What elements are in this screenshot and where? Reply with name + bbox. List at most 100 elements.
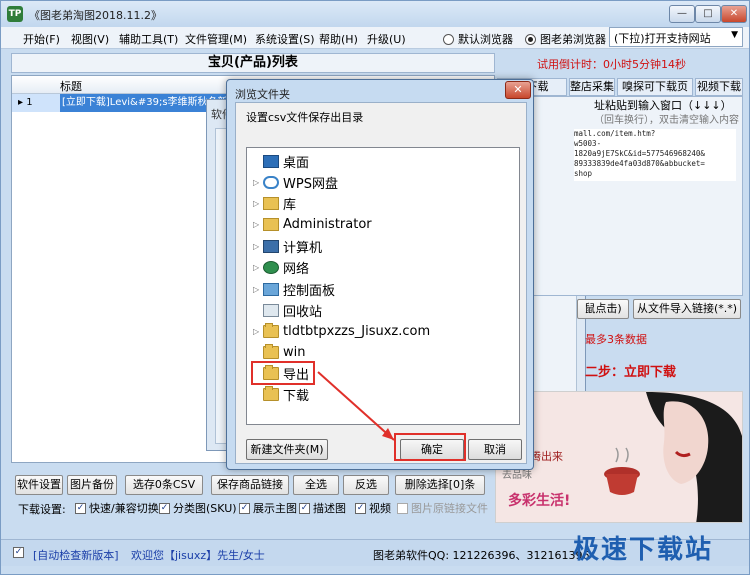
check-original-link-file[interactable]: 图片原链接文件 — [397, 500, 488, 516]
column-title[interactable]: 标题 — [60, 78, 82, 94]
tree-item-administrator[interactable]: ▷ Administrator — [253, 214, 372, 234]
delete-selected-button[interactable]: 删除选择[0]条 — [395, 475, 485, 495]
menu-start[interactable]: 开始(F) — [23, 31, 60, 47]
menu-upgrade[interactable]: 升级(U) — [367, 31, 406, 47]
tree-item-control-panel[interactable]: ▷ 控制面板 — [253, 279, 335, 299]
menu-tools[interactable]: 辅助工具(T) — [119, 31, 178, 47]
check-label: 展示主图 — [253, 502, 297, 515]
checkbox-icon: ✓ — [75, 502, 86, 514]
desktop-icon — [263, 154, 279, 168]
row-marker-icon: ▸ — [18, 97, 24, 108]
url-line: shop — [574, 169, 593, 178]
tree-item-tldtbtpxzzs[interactable]: ▷ tldtbtpxzzs_Jisuxz.com — [253, 321, 430, 341]
tree-item-recycle-bin[interactable]: 回收站 — [253, 300, 322, 320]
tree-item-network[interactable]: ▷ 网络 — [253, 257, 309, 277]
software-settings-button[interactable]: 软件设置 — [15, 475, 63, 495]
product-list-title: 宝贝(产品)列表 — [11, 53, 495, 73]
expand-arrow-icon[interactable]: ▷ — [253, 178, 263, 187]
menu-settings[interactable]: 系统设置(S) — [255, 31, 315, 47]
menu-view[interactable]: 视图(V) — [71, 31, 109, 47]
radio-dot-selected — [525, 33, 536, 45]
tree-item-label: tldtbtpxzzs_Jisuxz.com — [283, 323, 431, 339]
tree-item-download[interactable]: 下载 — [253, 384, 309, 404]
check-label: 视频 — [369, 502, 391, 515]
tree-item-label: Administrator — [283, 216, 372, 232]
cloud-icon — [263, 175, 279, 189]
checkbox-empty-icon — [397, 502, 408, 514]
welcome-text: 欢迎您【jisuxz】先生/女士 — [131, 549, 265, 562]
tree-item-label: 计算机 — [283, 240, 323, 256]
check-label: 图片原链接文件 — [411, 502, 488, 515]
download-settings-label: 下载设置: — [18, 503, 66, 516]
app-logo-icon: TP — [7, 6, 23, 22]
check-label: 快速/兼容切换 — [89, 502, 159, 515]
trial-limit-text: 最多3条数据 — [585, 333, 647, 346]
tree-item-label: 桌面 — [283, 155, 310, 171]
tree-item-label: WPS网盘 — [283, 176, 338, 192]
minimize-button[interactable]: — — [669, 5, 695, 23]
save-csv-button[interactable]: 选存0条CSV — [125, 475, 203, 495]
control-panel-icon — [263, 282, 279, 296]
url-input[interactable]: mall.com/item.htm? w5003- 1820a9jE7SkC&i… — [574, 129, 736, 181]
expand-arrow-icon[interactable]: ▷ — [253, 199, 263, 208]
auto-check-update-link[interactable]: [自动检查新版本] — [33, 547, 119, 563]
url-line: w5003- — [574, 139, 602, 148]
tree-item-desktop[interactable]: 桌面 — [253, 151, 309, 171]
url-line: 1820a9jE7SkC&id=577546968240& — [574, 149, 705, 158]
new-folder-button[interactable]: 新建文件夹(M) — [246, 439, 328, 460]
tree-item-wps-cloud[interactable]: ▷ WPS网盘 — [253, 172, 338, 192]
radio-label: 默认浏览器 — [458, 33, 513, 46]
tab-video-download[interactable]: 视频下载 — [695, 78, 743, 96]
paste-click-button[interactable]: 鼠点击) — [577, 299, 629, 319]
check-video[interactable]: ✓ 视频 — [355, 500, 391, 516]
tree-item-label: 回收站 — [283, 304, 323, 320]
tab-sniff-pages[interactable]: 嗅探可下载页面 — [617, 78, 693, 109]
save-links-button[interactable]: 保存商品链接 — [211, 475, 289, 495]
check-sku[interactable]: ✓ 分类图(SKU) — [159, 500, 237, 516]
browse-folder-title: 浏览文件夹 — [235, 88, 290, 101]
cancel-button[interactable]: 取消 — [468, 439, 522, 460]
check-main-image[interactable]: ✓ 展示主图 — [239, 500, 297, 516]
check-auto-update[interactable]: ✓ — [13, 547, 24, 558]
check-fast-compat[interactable]: ✓ 快速/兼容切换 — [75, 500, 159, 516]
site-select[interactable]: (下拉)打开支持网站 ▼ — [609, 27, 743, 47]
radio-dot — [443, 33, 454, 45]
close-button[interactable]: ✕ — [721, 5, 747, 23]
radio-default-browser[interactable]: 默认浏览器 — [443, 31, 513, 47]
expand-arrow-icon[interactable]: ▷ — [253, 263, 263, 272]
expand-arrow-icon[interactable]: ▷ — [253, 285, 263, 294]
network-icon — [263, 260, 279, 274]
recycle-bin-icon — [263, 303, 279, 317]
expand-arrow-icon[interactable]: ▷ — [253, 220, 263, 229]
library-icon — [263, 196, 279, 210]
radio-builtin-browser[interactable]: 图老弟浏览器 — [525, 31, 606, 47]
expand-arrow-icon[interactable]: ▷ — [253, 242, 263, 251]
browse-folder-description: 设置csv文件保存出目录 — [246, 111, 364, 124]
tab-shop-collect[interactable]: 整店采集 — [569, 78, 615, 96]
tree-item-win[interactable]: win — [253, 342, 305, 362]
tree-item-library[interactable]: ▷ 库 — [253, 193, 296, 213]
import-from-file-button[interactable]: 从文件导入链接(*.*) — [633, 299, 741, 319]
tree-item-label: 库 — [283, 197, 297, 213]
folder-icon — [263, 343, 279, 359]
select-all-button[interactable]: 全选 — [293, 475, 339, 495]
folder-tree[interactable]: 桌面 ▷ WPS网盘 ▷ 库 ▷ Administrator ▷ 计算机 ▷ 网… — [246, 147, 520, 425]
check-desc-image[interactable]: ✓ 描述图 — [299, 500, 346, 516]
checkbox-icon: ✓ — [299, 502, 310, 514]
expand-arrow-icon[interactable]: ▷ — [253, 327, 263, 336]
checkbox-icon: ✓ — [159, 502, 170, 514]
checkbox-icon: ✓ — [13, 547, 24, 558]
folder-icon — [263, 322, 279, 338]
image-backup-button[interactable]: 图片备份 — [67, 475, 117, 495]
menu-file-manage[interactable]: 文件管理(M) — [185, 31, 247, 47]
invert-select-button[interactable]: 反选 — [343, 475, 389, 495]
tree-item-computer[interactable]: ▷ 计算机 — [253, 236, 322, 256]
row-index: ▸ 1 — [18, 97, 33, 108]
radio-label: 图老弟浏览器 — [540, 33, 606, 46]
menu-help[interactable]: 帮助(H) — [319, 31, 358, 47]
tree-item-label: 网络 — [283, 261, 310, 277]
browse-folder-body: 设置csv文件保存出目录 桌面 ▷ WPS网盘 ▷ 库 ▷ Administra… — [235, 102, 527, 464]
ok-highlight-box — [394, 433, 466, 461]
browse-folder-close-button[interactable]: ✕ — [505, 81, 531, 99]
maximize-button[interactable]: □ — [695, 5, 721, 23]
